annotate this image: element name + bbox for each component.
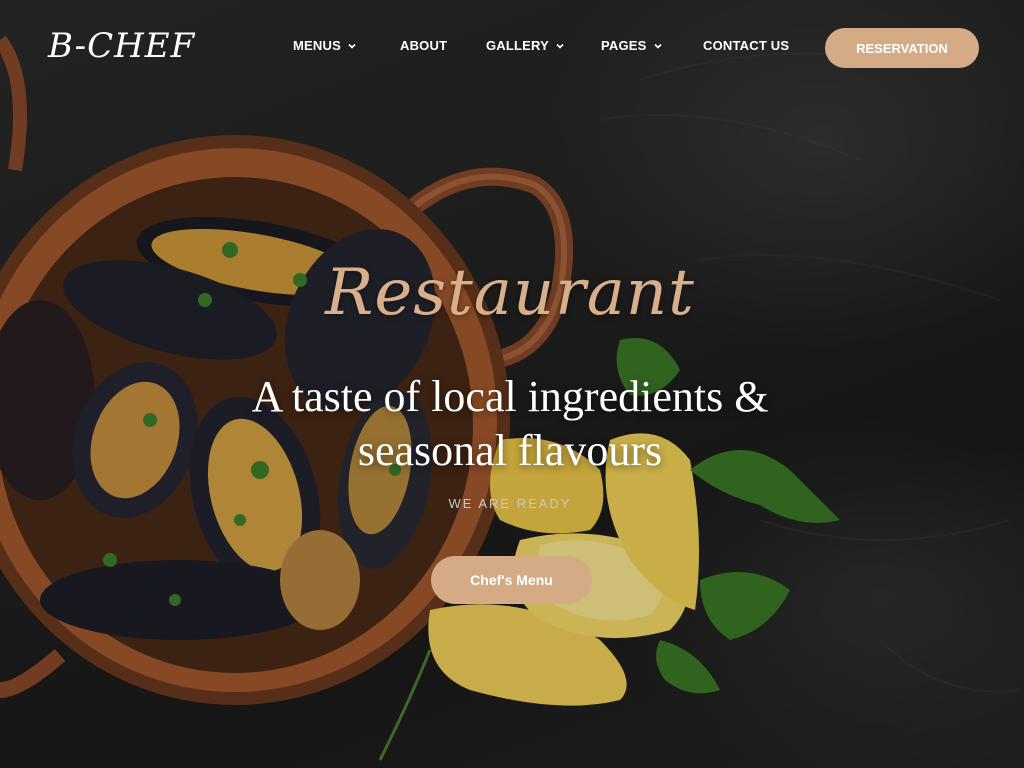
nav-contact-label: CONTACT US [703,38,790,53]
nav-gallery-label: GALLERY [486,38,550,53]
nav-contact[interactable]: CONTACT US [703,38,789,53]
nav-pages[interactable]: PAGES [601,38,663,53]
brand-logo[interactable]: B-CHEF [48,26,195,66]
chevron-down-icon [653,43,662,49]
hero-tagline: WE ARE READY [448,496,572,511]
hero-script-title: Restaurant [325,256,695,330]
hero-headline-line2: seasonal flavours [357,426,663,475]
reservation-button[interactable]: RESERVATION [825,28,979,68]
chefs-menu-button[interactable]: Chef's Menu [431,556,592,604]
hero-section: B-CHEF MENUS ABOUT GALLERY PAGES CONTACT… [0,0,1024,768]
chevron-down-icon [348,43,356,49]
nav-about[interactable]: ABOUT [400,38,447,53]
nav-menus[interactable]: MENUS [293,38,357,53]
nav-pages-label: PAGES [601,38,647,53]
nav-menus-label: MENUS [293,38,341,53]
hero-headline: A taste of local ingredients & seasonal … [190,370,830,478]
nav-gallery[interactable]: GALLERY [486,38,565,53]
hero-headline-line1: A taste of local ingredients & [251,372,769,421]
nav-about-label: ABOUT [400,38,448,53]
chevron-down-icon [556,43,564,49]
